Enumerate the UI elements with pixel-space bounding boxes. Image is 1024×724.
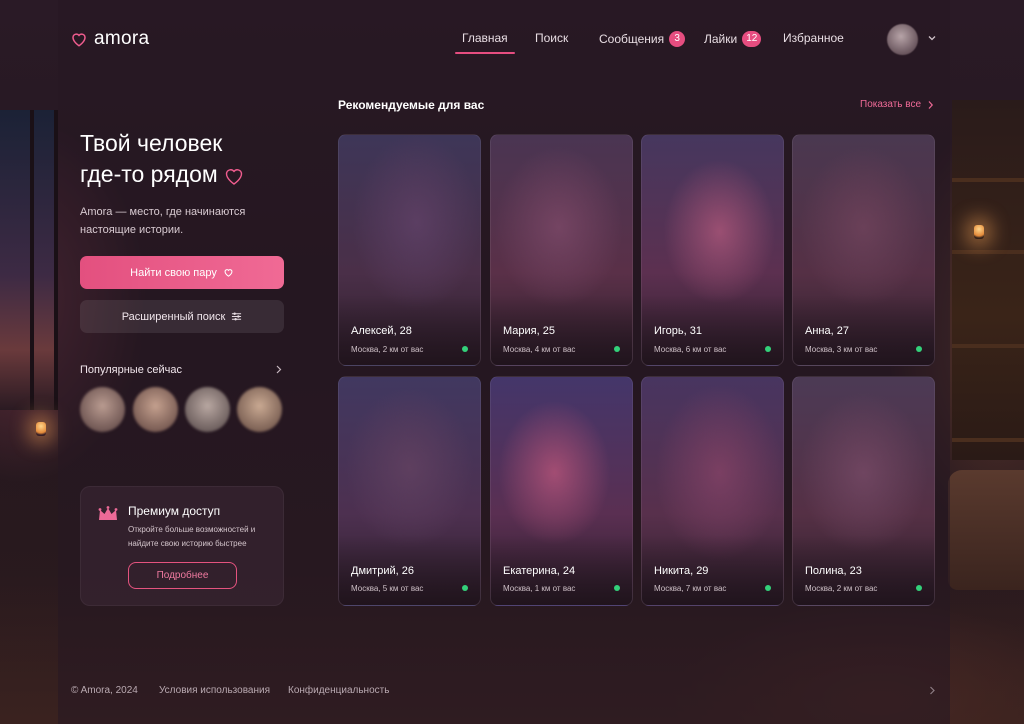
online-status-dot [916,585,922,591]
find-match-button[interactable]: Найти свою пару [80,256,284,289]
nav-item-search[interactable]: Поиск [535,31,568,45]
profile-card[interactable]: Дмитрий, 26 Москва, 5 км от вас [338,376,481,606]
popular-title: Популярные сейчас [80,364,182,376]
footer-copyright: © Amora, 2024 [71,685,138,696]
nav-item-label: Поиск [535,31,569,45]
profile-card[interactable]: Екатерина, 24 Москва, 1 км от вас [490,376,633,606]
premium-details-button[interactable]: Подробнее [128,562,237,589]
popular-avatar[interactable] [133,387,178,432]
online-status-dot [462,346,468,352]
logo-text: amora [94,28,150,49]
background-candle [974,225,984,239]
chevron-right-icon[interactable] [274,364,283,375]
profile-card[interactable]: Игорь, 31 Москва, 6 км от вас [641,134,784,366]
heart-logo-icon [72,33,86,47]
background-window [0,110,58,410]
profile-location: Москва, 2 км от вас [351,345,424,354]
profile-card[interactable]: Мария, 25 Москва, 4 км от вас [490,134,633,366]
nav-item-label: Главная [462,31,508,45]
chevron-down-icon[interactable] [927,33,937,43]
show-all-link[interactable]: Показать все [860,99,934,110]
nav-item-label: Избранное [783,31,844,45]
hero-title-line: Твой человек [80,130,223,156]
hero-title: Твой человек где-то рядом [80,128,320,190]
find-match-label: Найти свою пару [130,266,217,279]
profile-location: Москва, 7 км от вас [654,584,727,593]
background-candle [36,422,46,436]
profile-name: Никита, 29 [654,565,709,577]
profile-card[interactable]: Никита, 29 Москва, 7 км от вас [641,376,784,606]
profile-location: Москва, 1 км от вас [503,584,576,593]
popular-avatar[interactable] [80,387,125,432]
hero-subtitle: Amora — место, где начинаются настоящие … [80,206,246,236]
profile-location: Москва, 5 км от вас [351,584,424,593]
nav-item-label: Сообщения [599,32,665,46]
premium-description: Откройте больше возможностей и найдите с… [128,525,256,548]
chevron-right-icon[interactable] [928,685,936,696]
online-status-dot [916,346,922,352]
popular-avatar[interactable] [237,387,282,432]
footer-privacy-link[interactable]: Конфиденциальность [288,685,389,696]
profile-name: Алексей, 28 [351,325,412,337]
nav-item-home[interactable]: Главная [455,31,515,54]
nav-item-favorites[interactable]: Избранное [783,31,844,45]
nav-item-label: Лайки [704,32,738,46]
profile-location: Москва, 3 км от вас [805,345,878,354]
background-sofa [948,470,1024,590]
messages-count-badge: 3 [669,31,686,47]
online-status-dot [614,585,620,591]
background-shelf [952,100,1024,460]
advanced-search-label: Расширенный поиск [121,310,226,323]
profile-location: Москва, 6 км от вас [654,345,727,354]
heart-icon [225,169,242,185]
filter-sliders-icon [232,312,242,321]
logo[interactable]: amora [70,28,149,50]
profile-name: Дмитрий, 26 [351,565,414,577]
chevron-right-icon [928,100,934,109]
profile-location: Москва, 2 км от вас [805,584,878,593]
profile-card[interactable]: Полина, 23 Москва, 2 км от вас [792,376,935,606]
profile-name: Екатерина, 24 [503,565,576,577]
footer-terms-link[interactable]: Условия использования [159,685,270,696]
hero-title-line: где-то рядом [80,161,218,187]
online-status-dot [614,346,620,352]
profile-card[interactable]: Анна, 27 Москва, 3 км от вас [792,134,935,366]
profile-location: Москва, 4 км от вас [503,345,576,354]
advanced-search-button[interactable]: Расширенный поиск [80,300,284,333]
online-status-dot [765,585,771,591]
premium-title: Премиум доступ [128,504,221,518]
premium-card: Премиум доступ Откройте больше возможнос… [80,486,284,606]
profile-name: Анна, 27 [805,325,849,337]
profile-name: Полина, 23 [805,565,862,577]
profile-card[interactable]: Алексей, 28 Москва, 2 км от вас [338,134,481,366]
heart-icon [224,269,233,277]
user-avatar[interactable] [887,24,918,55]
recommendations-title: Рекомендуемые для вас [338,98,485,112]
profile-name: Игорь, 31 [654,325,702,337]
online-status-dot [765,346,771,352]
likes-count-badge: 12 [742,31,762,47]
nav-item-likes[interactable]: Лайки 12 [704,31,762,47]
crown-icon [98,506,118,520]
show-all-label: Показать все [860,99,922,110]
profile-name: Мария, 25 [503,325,555,337]
popular-avatar[interactable] [185,387,230,432]
nav-item-messages[interactable]: Сообщения 3 [599,31,686,47]
online-status-dot [462,585,468,591]
